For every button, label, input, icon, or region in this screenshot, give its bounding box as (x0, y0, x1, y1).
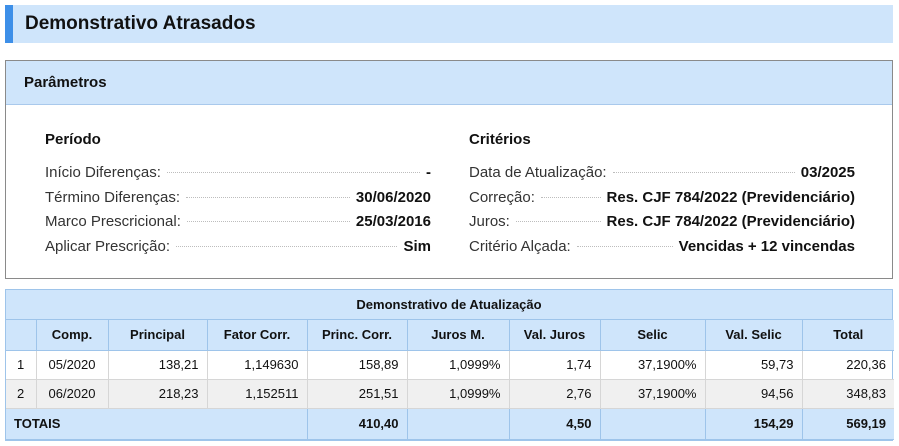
param-label: Início Diferenças: (45, 164, 161, 181)
cell-comp: 06/2020 (35, 378, 109, 409)
cell-index: 2 (6, 378, 37, 409)
col-header-val-selic: Val. Selic (704, 320, 803, 351)
dot-leader (540, 196, 601, 198)
param-label: Aplicar Prescrição: (45, 237, 171, 255)
dot-leader (186, 221, 350, 222)
col-header-principal: Principal (107, 320, 208, 351)
param-row-alcada: Critério Alçada: Vencidas + 12 vincendas (469, 238, 855, 263)
cell-total: 348,83 (801, 378, 894, 409)
total-princ-corr: 410,40 (306, 407, 408, 440)
total-juros-m-empty (406, 407, 510, 440)
param-value: - (426, 164, 431, 181)
parameters-heading: Parâmetros (6, 61, 892, 105)
col-header-total: Total (801, 320, 894, 351)
cell-principal: 138,21 (107, 349, 208, 380)
total-total: 569,19 (801, 407, 894, 440)
col-header-fator-corr: Fator Corr. (206, 320, 308, 351)
cell-princ-corr: 251,51 (306, 378, 408, 409)
cell-selic: 37,1900% (599, 378, 706, 409)
param-value: Res. CJF 784/2022 (Previdenciário) (606, 188, 855, 206)
total-val-selic: 154,29 (704, 407, 803, 440)
param-value: Res. CJF 784/2022 (Previdenciário) (606, 213, 855, 230)
dot-leader (166, 172, 420, 173)
table-row: 1 05/2020 138,21 1,149630 158,89 1,0999%… (6, 349, 894, 380)
col-header-index (6, 320, 37, 351)
param-value: 30/06/2020 (355, 188, 431, 206)
param-value: Vencidas + 12 vincendas (678, 237, 855, 255)
param-row-marco: Marco Prescricional: 25/03/2016 (45, 213, 431, 238)
demonstrativo-table: Comp. Principal Fator Corr. Princ. Corr.… (6, 320, 894, 440)
total-val-juros: 4,50 (508, 407, 601, 440)
param-label: Juros: (469, 213, 510, 230)
periodo-section: Período Início Diferenças: - Término Dif… (45, 131, 431, 262)
page-title-bar: Demonstrativo Atrasados (5, 5, 893, 43)
col-header-selic: Selic (599, 320, 706, 351)
param-label: Marco Prescricional: (45, 213, 181, 230)
col-header-juros-m: Juros M. (406, 320, 510, 351)
param-label: Correção: (469, 188, 535, 206)
cell-total: 220,36 (801, 349, 894, 380)
cell-juros-m: 1,0999% (406, 349, 510, 380)
cell-princ-corr: 158,89 (306, 349, 408, 380)
cell-fator-corr: 1,149630 (206, 349, 308, 380)
criterios-heading: Critérios (469, 131, 531, 148)
param-row-prescricao: Aplicar Prescrição: Sim (45, 238, 431, 263)
parameters-panel: Parâmetros Período Início Diferenças: - … (5, 60, 893, 279)
cell-selic: 37,1900% (599, 349, 706, 380)
param-label: Critério Alçada: (469, 237, 571, 255)
criterios-section: Critérios Data de Atualização: 03/2025 C… (469, 131, 855, 262)
param-row-termino: Término Diferenças: 30/06/2020 (45, 189, 431, 214)
param-label: Término Diferenças: (45, 188, 181, 206)
cell-comp: 05/2020 (35, 349, 109, 380)
param-row-inicio: Início Diferenças: - (45, 164, 431, 189)
cell-val-juros: 1,74 (508, 349, 601, 380)
cell-val-selic: 94,56 (704, 378, 803, 409)
col-header-val-juros: Val. Juros (508, 320, 601, 351)
cell-fator-corr: 1,152511 (206, 378, 308, 409)
dot-leader (576, 245, 673, 247)
dot-leader (186, 196, 350, 198)
cell-index: 1 (6, 349, 37, 380)
param-value: 03/2025 (800, 164, 855, 181)
param-label: Data de Atualização: (469, 164, 607, 181)
totals-label: TOTAIS (6, 407, 308, 440)
total-selic-empty (599, 407, 706, 440)
dot-leader (515, 221, 601, 222)
param-row-juros: Juros: Res. CJF 784/2022 (Previdenciário… (469, 213, 855, 238)
page-title: Demonstrativo Atrasados (25, 13, 256, 34)
totals-row: TOTAIS 410,40 4,50 154,29 569,19 (6, 407, 894, 440)
col-header-comp: Comp. (35, 320, 109, 351)
demonstrativo-table-panel: Demonstrativo de Atualização Comp. Princ… (5, 289, 894, 441)
cell-val-selic: 59,73 (704, 349, 803, 380)
param-row-data-atualizacao: Data de Atualização: 03/2025 (469, 164, 855, 189)
cell-val-juros: 2,76 (508, 378, 601, 409)
dot-leader (176, 245, 398, 247)
cell-juros-m: 1,0999% (406, 378, 510, 409)
table-header-row: Comp. Principal Fator Corr. Princ. Corr.… (6, 320, 894, 351)
col-header-princ-corr: Princ. Corr. (306, 320, 408, 351)
table-row: 2 06/2020 218,23 1,152511 251,51 1,0999%… (6, 378, 894, 409)
param-row-correcao: Correção: Res. CJF 784/2022 (Previdenciá… (469, 189, 855, 214)
periodo-heading: Período (45, 131, 101, 148)
dot-leader (612, 172, 795, 173)
table-title: Demonstrativo de Atualização (6, 290, 892, 320)
param-value: Sim (403, 237, 431, 255)
cell-principal: 218,23 (107, 378, 208, 409)
param-value: 25/03/2016 (355, 213, 431, 230)
